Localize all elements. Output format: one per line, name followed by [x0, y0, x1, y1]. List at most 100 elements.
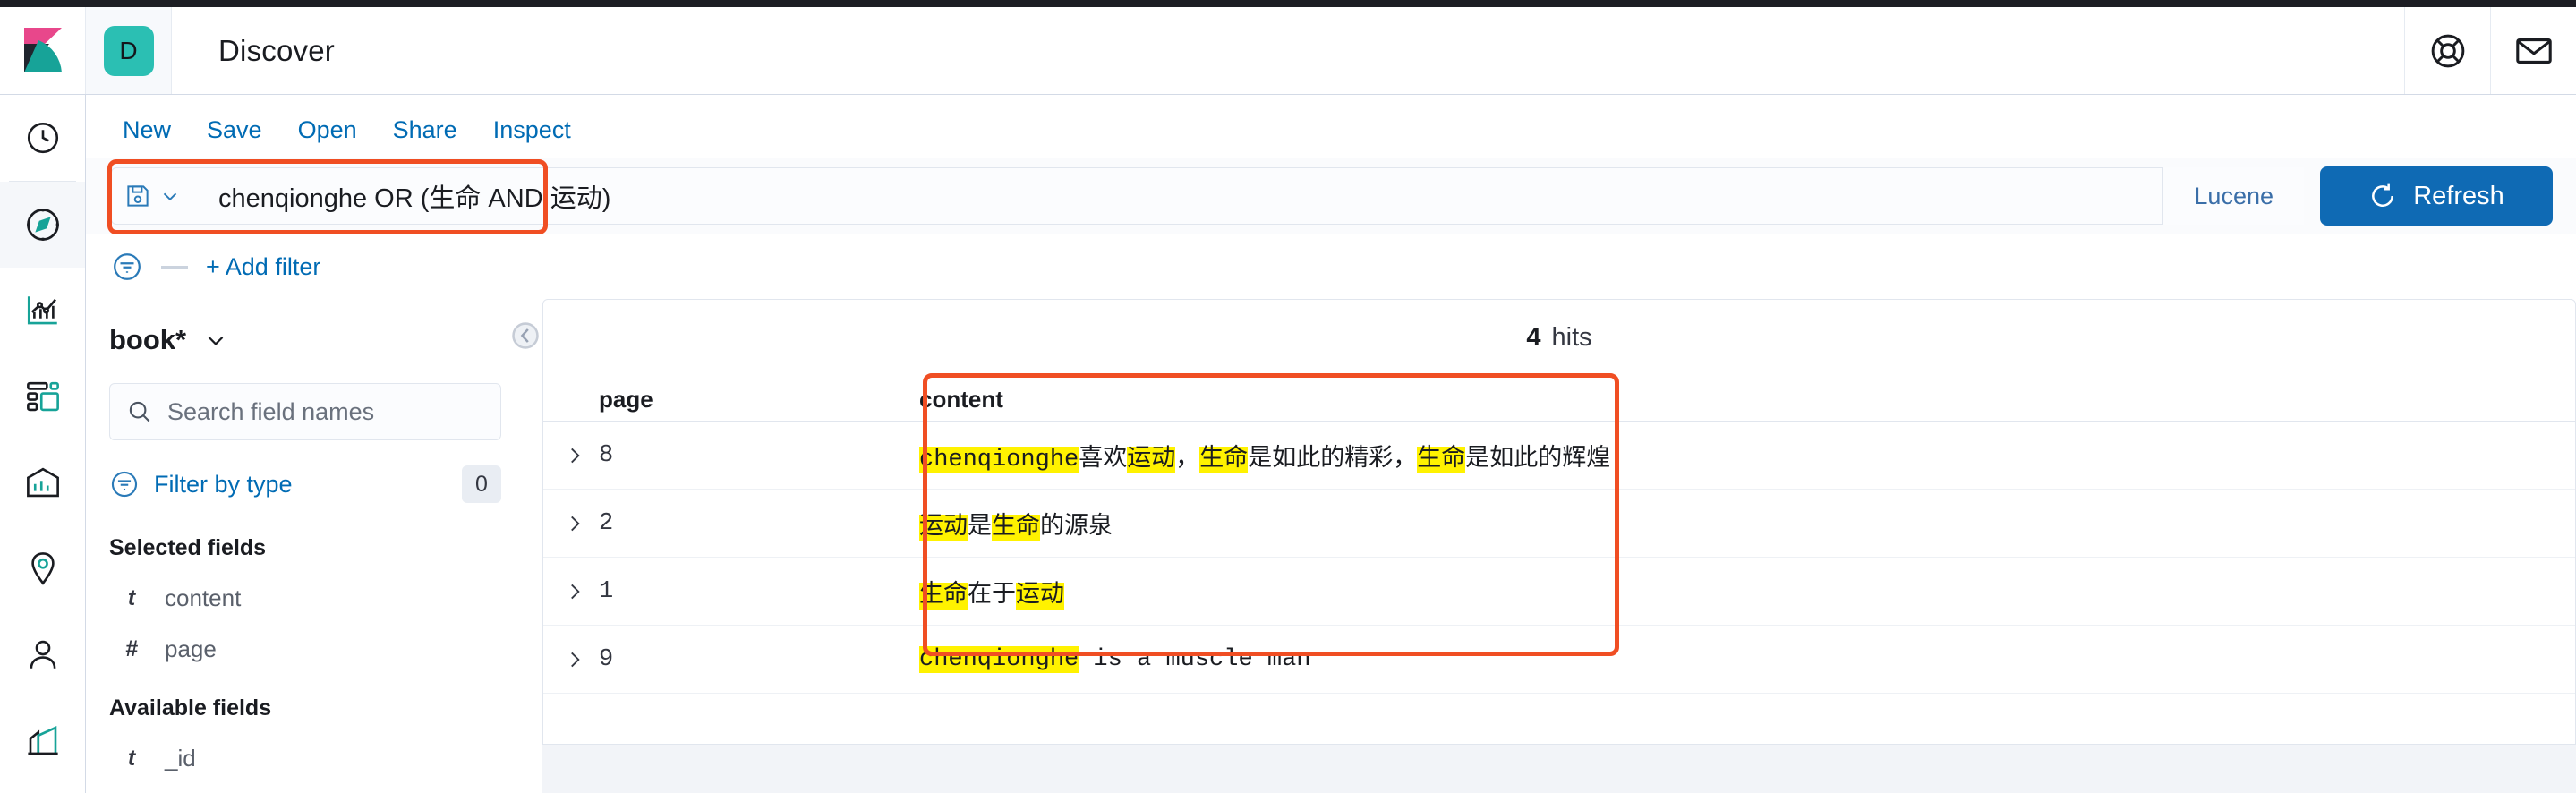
- content-text: ，: [1175, 446, 1200, 473]
- add-filter-button[interactable]: + Add filter: [206, 253, 320, 281]
- cell-content: 生命在于运动: [919, 574, 1064, 610]
- filter-divider: [161, 265, 188, 269]
- search-term-highlight: 生命: [1199, 446, 1249, 473]
- filter-by-type-count: 0: [462, 465, 501, 503]
- filter-icon: [109, 469, 140, 499]
- query-language-button[interactable]: Lucene: [2162, 167, 2304, 225]
- field-item-_id[interactable]: t _id: [109, 745, 501, 772]
- chevron-down-icon: [158, 184, 182, 208]
- query-bar: chenqionghe OR (生命 AND 运动) Lucene Refres…: [86, 158, 2576, 234]
- hits-label: hits: [1551, 322, 1592, 352]
- filter-by-type-button[interactable]: Filter by type 0: [109, 465, 501, 503]
- app-badge-letter: D: [103, 25, 154, 76]
- cell-page: 8: [599, 441, 614, 469]
- sidebar-item-machine-learning[interactable]: [0, 611, 85, 697]
- sidebar-item-canvas[interactable]: [0, 439, 85, 525]
- sidebar-item-infrastructure[interactable]: [0, 697, 85, 783]
- table-row[interactable]: 8 chenqionghe喜欢运动，生命是如此的精彩，生命是如此的辉煌: [543, 422, 2575, 490]
- field-item-page[interactable]: # page: [109, 635, 501, 663]
- left-nav-rail: [0, 95, 86, 793]
- selected-fields-title: Selected fields: [109, 535, 267, 560]
- field-type-icon: t: [127, 746, 136, 771]
- app-badge[interactable]: D: [86, 7, 172, 94]
- field-type-icon: t: [127, 585, 136, 610]
- results-panel: 4 hits page content 8 chenqionghe喜欢运动，生命是…: [542, 299, 2576, 745]
- search-term-highlight: 运动: [1127, 446, 1176, 473]
- table-row[interactable]: 9 chenqionghe is a muscle man: [543, 626, 2575, 694]
- menu-item-inspect[interactable]: Inspect: [475, 116, 589, 144]
- search-icon: [126, 398, 153, 425]
- query-input[interactable]: chenqionghe OR (生命 AND 运动): [107, 159, 2163, 234]
- sidebar-item-dashboard[interactable]: [0, 354, 85, 439]
- save-disk-icon: [124, 183, 151, 209]
- chevron-right-icon[interactable]: [543, 444, 599, 467]
- filter-icon[interactable]: [111, 251, 143, 283]
- column-header-content[interactable]: content: [919, 386, 1003, 414]
- search-term-highlight: 运动: [1016, 582, 1064, 610]
- cell-page: 1: [599, 577, 614, 605]
- search-term-highlight: 运动: [919, 514, 968, 541]
- search-input-placeholder: Search field names: [167, 397, 375, 425]
- content-text: 是: [968, 514, 992, 541]
- table-row[interactable]: 2 运动是生命的源泉: [543, 490, 2575, 558]
- header-actions: [2404, 7, 2576, 94]
- refresh-button-label: Refresh: [2413, 181, 2504, 210]
- saved-query-button[interactable]: [111, 167, 193, 225]
- search-term-highlight: 生命: [1417, 446, 1466, 473]
- cell-content: 运动是生命的源泉: [919, 506, 1113, 541]
- table-row[interactable]: 1 生命在于运动: [543, 558, 2575, 626]
- field-name: _id: [165, 745, 196, 772]
- table-body: 8 chenqionghe喜欢运动，生命是如此的精彩，生命是如此的辉煌 2 运动是生命…: [543, 422, 2575, 694]
- content-text: 在于: [968, 582, 1016, 610]
- content-text: 喜欢: [1079, 446, 1128, 473]
- refresh-icon: [2368, 182, 2397, 210]
- results-footer-strip: [542, 745, 2576, 793]
- content-text: is a muscle man: [1079, 645, 1311, 673]
- sidebar-item-maps[interactable]: [0, 525, 85, 611]
- content-text: 是如此的辉煌: [1465, 446, 1611, 473]
- menu-item-open[interactable]: Open: [280, 116, 375, 144]
- search-term-highlight: 生命: [992, 514, 1040, 541]
- search-term-highlight: chenqionghe: [919, 645, 1079, 673]
- hits-count: 4: [1526, 322, 1541, 352]
- envelope-icon[interactable]: [2490, 7, 2576, 94]
- refresh-button[interactable]: Refresh: [2320, 166, 2553, 226]
- chevron-right-icon[interactable]: [543, 648, 599, 671]
- results-area: 4 hits page content 8 chenqionghe喜欢运动，生命是…: [512, 299, 2576, 793]
- chevron-right-icon[interactable]: [543, 580, 599, 603]
- search-input[interactable]: Search field names: [109, 383, 501, 440]
- query-input-value: chenqionghe OR (生命 AND 运动): [218, 184, 611, 213]
- life-ring-help-icon[interactable]: [2404, 7, 2490, 94]
- cell-content: chenqionghe喜欢运动，生命是如此的精彩，生命是如此的辉煌: [919, 438, 1610, 473]
- content-text: 的源泉: [1040, 514, 1113, 541]
- field-name: content: [165, 584, 242, 611]
- chevron-left-circle-icon[interactable]: [510, 320, 541, 351]
- filter-by-type-label: Filter by type: [154, 470, 293, 498]
- hits-summary: 4 hits: [543, 300, 2575, 375]
- column-header-page[interactable]: page: [543, 386, 919, 414]
- index-pattern-selector[interactable]: book*: [109, 324, 501, 356]
- page-title: Discover: [218, 33, 335, 67]
- fields-sidebar: book* Search field names Filter by type …: [86, 299, 525, 793]
- menu-item-share[interactable]: Share: [375, 116, 475, 144]
- filter-bar: + Add filter: [86, 234, 2576, 299]
- field-item-content[interactable]: t content: [109, 584, 501, 612]
- sidebar-item-recently-viewed[interactable]: [0, 95, 85, 181]
- menu-item-new[interactable]: New: [105, 116, 189, 144]
- sidebar-item-discover[interactable]: [0, 182, 85, 268]
- app-header: D Discover: [0, 7, 2576, 95]
- top-menu-bar: New Save Open Share Inspect: [86, 95, 2576, 165]
- menu-item-save[interactable]: Save: [189, 116, 280, 144]
- cell-page: 9: [599, 645, 614, 673]
- kibana-logo-icon[interactable]: [0, 7, 86, 94]
- cell-content: chenqionghe is a muscle man: [919, 645, 1311, 673]
- available-fields-title: Available fields: [109, 695, 272, 721]
- field-type-icon: #: [125, 636, 138, 661]
- content-text: 是如此的精彩，: [1248, 446, 1418, 473]
- sidebar-item-logs[interactable]: [0, 783, 85, 793]
- sidebar-item-visualize[interactable]: [0, 268, 85, 354]
- chevron-right-icon[interactable]: [543, 512, 599, 535]
- search-term-highlight: 生命: [919, 582, 968, 610]
- window-top-strip: [0, 0, 2576, 7]
- chevron-down-icon: [202, 327, 229, 354]
